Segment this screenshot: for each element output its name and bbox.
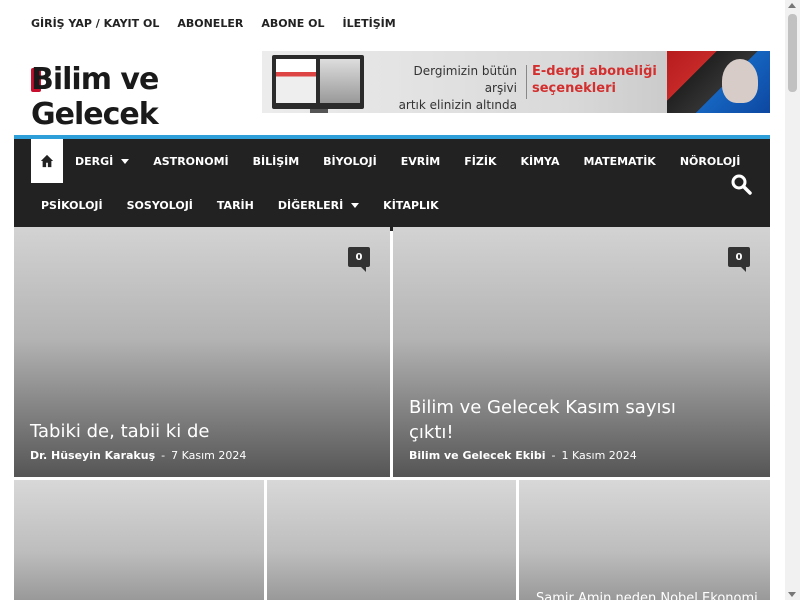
nav-item-psikoloji[interactable]: PSİKOLOJİ <box>14 183 115 227</box>
comment-count-badge[interactable]: 0 <box>728 247 750 272</box>
nav-item-bilisim[interactable]: BİLİŞİM <box>241 139 312 183</box>
subscription-banner[interactable]: Dergimizin bütün arşivi artık elinizin a… <box>262 51 770 113</box>
contact-link[interactable]: İLETİŞİM <box>342 17 395 30</box>
monitor-graphic <box>272 55 364 109</box>
article-author[interactable]: Dr. Hüseyin Karakuş <box>30 449 155 462</box>
comment-count-badge[interactable]: 0 <box>348 247 370 272</box>
article-title[interactable]: Tabiki de, tabii ki de <box>30 419 209 444</box>
scrollbar-thumb[interactable] <box>788 14 797 92</box>
nav-item-sosyoloji[interactable]: SOSYOLOJİ <box>115 183 205 227</box>
subscribers-link[interactable]: ABONELER <box>177 17 243 30</box>
logo-text: Bilim ve Gelecek <box>31 62 159 132</box>
magazine-covers-image <box>667 51 770 113</box>
nav-item-biyoloji[interactable]: BİYOLOJİ <box>311 139 389 183</box>
nav-item-astronomi[interactable]: ASTRONOMİ <box>141 139 240 183</box>
nav-item-evrim[interactable]: EVRİM <box>389 139 453 183</box>
article-title[interactable]: Bilim ve Gelecek Kasım sayısı çıktı! <box>409 395 676 445</box>
article-date: 7 Kasım 2024 <box>171 449 247 462</box>
page-scrollbar[interactable] <box>785 0 800 600</box>
banner-offer-line-2: seçenekleri <box>532 81 616 96</box>
search-icon[interactable] <box>730 173 752 195</box>
article-card-1[interactable] <box>14 480 264 600</box>
article-card-3[interactable]: Samir Amin neden Nobel Ekonomi <box>519 480 770 600</box>
chevron-down-icon <box>121 158 130 164</box>
nav-item-kimya[interactable]: KİMYA <box>508 139 571 183</box>
article-meta: Dr. Hüseyin Karakuş -7 Kasım 2024 <box>30 449 247 462</box>
site-logo[interactable]: Bilim ve Gelecek <box>31 62 246 132</box>
login-register-link[interactable]: GİRİŞ YAP / KAYIT OL <box>31 17 159 30</box>
main-navigation: DERGİ ASTRONOMİ BİLİŞİM BİYOLOJİ EVRİM F… <box>14 135 770 231</box>
banner-offer-line-1: E-dergi aboneliği <box>532 64 657 79</box>
article-card-2[interactable] <box>267 480 516 600</box>
scroll-up-icon[interactable] <box>788 3 796 8</box>
article-title[interactable]: Samir Amin neden Nobel Ekonomi <box>536 586 758 600</box>
nav-item-kitaplik[interactable]: KİTAPLIK <box>371 183 450 227</box>
banner-offer: E-dergi aboneliği seçenekleri <box>532 63 657 97</box>
nav-row-1: DERGİ ASTRONOMİ BİLİŞİM BİYOLOJİ EVRİM F… <box>14 139 752 183</box>
chevron-down-icon <box>351 202 360 208</box>
nav-item-digerleri[interactable]: DİĞERLERİ <box>266 183 371 227</box>
banner-divider <box>526 65 527 99</box>
nav-item-dergi[interactable]: DERGİ <box>63 139 141 183</box>
nav-item-matematik[interactable]: MATEMATİK <box>571 139 667 183</box>
nav-item-fizik[interactable]: FİZİK <box>452 139 508 183</box>
home-button[interactable] <box>31 139 63 183</box>
featured-article-2[interactable]: 0 Bilim ve Gelecek Kasım sayısı çıktı! B… <box>393 227 770 477</box>
banner-line-2: artık elinizin altında <box>398 98 517 112</box>
top-links: GİRİŞ YAP / KAYIT OL ABONELER ABONE OL İ… <box>31 17 396 30</box>
nav-row-2: PSİKOLOJİ SOSYOLOJİ TARİH DİĞERLERİ KİTA… <box>14 183 451 227</box>
scroll-down-icon[interactable] <box>788 592 796 597</box>
article-date: 1 Kasım 2024 <box>561 449 637 462</box>
nav-item-tarih[interactable]: TARİH <box>205 183 266 227</box>
article-author[interactable]: Bilim ve Gelecek Ekibi <box>409 449 546 462</box>
home-icon <box>40 154 54 168</box>
subscribe-link[interactable]: ABONE OL <box>261 17 324 30</box>
banner-line-1: Dergimizin bütün arşivi <box>413 64 517 95</box>
featured-article-1[interactable]: 0 Tabiki de, tabii ki de Dr. Hüseyin Kar… <box>14 227 390 477</box>
article-meta: Bilim ve Gelecek Ekibi -1 Kasım 2024 <box>409 449 637 462</box>
banner-message: Dergimizin bütün arşivi artık elinizin a… <box>392 63 517 113</box>
